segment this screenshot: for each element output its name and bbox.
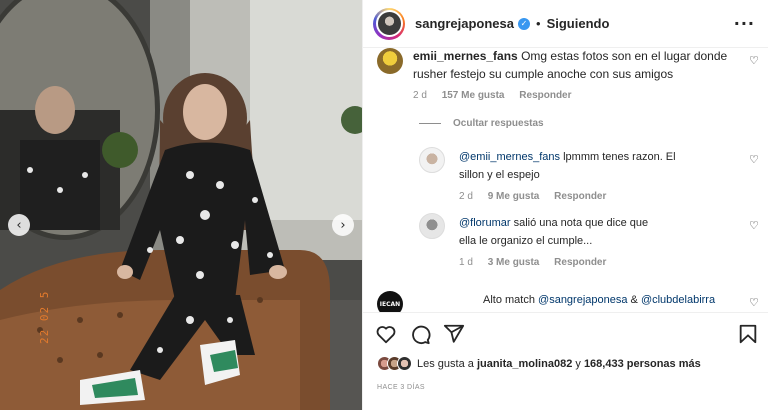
reply-likes[interactable]: 9 Me gusta: [488, 191, 540, 202]
reply-avatar[interactable]: [419, 213, 445, 239]
comment: Alto match @sangrejaponesa & @clubdelabi…: [483, 291, 763, 309]
comment-mention[interactable]: @sangrejaponesa: [538, 294, 627, 306]
comment-text-line2: rusher festejo su cumple anoche con sus …: [413, 67, 674, 81]
likes-count[interactable]: 168,433 personas más: [584, 358, 701, 370]
header-separator: •: [536, 16, 541, 31]
chevron-left-icon: ‹: [16, 217, 22, 233]
author-username[interactable]: sangrejaponesa: [415, 16, 514, 31]
comment-text: Alto match: [483, 294, 539, 306]
reply: @florumar salió una nota que dice que el…: [459, 214, 744, 250]
post-media[interactable]: ‹ › 22 02 5: [0, 0, 362, 410]
reply-mention[interactable]: @florumar: [459, 217, 511, 229]
post-dialog: ‹ › 22 02 5 sangrejaponesa ✓ • Siguiendo…: [0, 0, 768, 410]
reply-time[interactable]: 2 d: [459, 191, 473, 202]
reply-button[interactable]: Responder: [519, 90, 571, 101]
likes-summary[interactable]: Les gusta a juanita_molina082 y 168,433 …: [377, 356, 701, 371]
liker-avatar: [397, 356, 412, 371]
post-date[interactable]: Hace 3 días: [377, 384, 425, 391]
comment-icon[interactable]: [409, 323, 431, 345]
post-photo: [0, 0, 362, 410]
save-bookmark-icon[interactable]: [737, 323, 759, 345]
reply-meta: 2 d 9 Me gusta Responder: [459, 191, 618, 202]
hide-replies-button[interactable]: Ocultar respuestas: [419, 118, 556, 129]
comment-text: Omg estas fotos son en el lugar donde: [521, 49, 728, 63]
likes-text: Les gusta a juanita_molina082 y 168,433 …: [417, 357, 701, 370]
verified-badge-icon: ✓: [518, 17, 530, 30]
reply-avatar[interactable]: [419, 147, 445, 173]
comment: emii_mernes_fans Omg estas fotos son en …: [413, 48, 743, 83]
comment-text-amp: &: [627, 294, 641, 306]
next-photo-button[interactable]: ›: [332, 214, 354, 236]
like-reply-heart-icon[interactable]: ♡: [749, 219, 759, 232]
story-ring[interactable]: [373, 7, 405, 40]
share-icon[interactable]: [443, 323, 465, 345]
post-actions: [363, 312, 768, 352]
comment-avatar[interactable]: [377, 48, 403, 74]
photo-date-stamp: 22 02 5: [38, 290, 51, 344]
previous-photo-button[interactable]: ‹: [8, 214, 30, 236]
like-comment-heart-icon[interactable]: ♡: [749, 54, 759, 67]
reply-text: salió una nota que dice que: [510, 217, 649, 229]
comment-time[interactable]: 2 d: [413, 90, 427, 101]
chevron-right-icon: ›: [340, 217, 346, 233]
like-reply-heart-icon[interactable]: ♡: [749, 153, 759, 166]
liker-username[interactable]: juanita_molina082: [477, 358, 572, 370]
avatar-logo-text: IECAN: [379, 300, 401, 308]
author-avatar[interactable]: [375, 10, 403, 37]
replies-line: [419, 122, 441, 124]
comment-avatar[interactable]: IECAN: [377, 291, 403, 312]
reply: @emii_mernes_fans lpmmm tenes razon. El …: [459, 148, 744, 184]
like-heart-icon[interactable]: [375, 323, 397, 345]
comments-list[interactable]: emii_mernes_fans Omg estas fotos son en …: [363, 48, 768, 312]
comment-mention[interactable]: @clubdelabirra: [641, 294, 715, 306]
reply-text-line2: sillon y el espejo: [459, 169, 540, 181]
reply-meta: 1 d 3 Me gusta Responder: [459, 257, 618, 268]
reply-likes[interactable]: 3 Me gusta: [488, 257, 540, 268]
comment-meta: 2 d 157 Me gusta Responder: [413, 90, 584, 101]
more-options-icon[interactable]: ···: [734, 14, 755, 33]
following-button[interactable]: Siguiendo: [547, 16, 610, 31]
like-comment-heart-icon[interactable]: ♡: [749, 296, 759, 309]
post-header: sangrejaponesa ✓ • Siguiendo ···: [363, 0, 768, 48]
post-sidebar: sangrejaponesa ✓ • Siguiendo ··· emii_me…: [362, 0, 768, 410]
reply-text-line2: ella le organizo el cumple...: [459, 235, 593, 247]
comment-likes[interactable]: 157 Me gusta: [442, 90, 505, 101]
reply-button[interactable]: Responder: [554, 191, 606, 202]
reply-button[interactable]: Responder: [554, 257, 606, 268]
reply-time[interactable]: 1 d: [459, 257, 473, 268]
reply-mention[interactable]: @emii_mernes_fans: [459, 151, 560, 163]
comment-username[interactable]: emii_mernes_fans: [413, 49, 518, 63]
reply-text: lpmmm tenes razon. El: [560, 151, 676, 163]
